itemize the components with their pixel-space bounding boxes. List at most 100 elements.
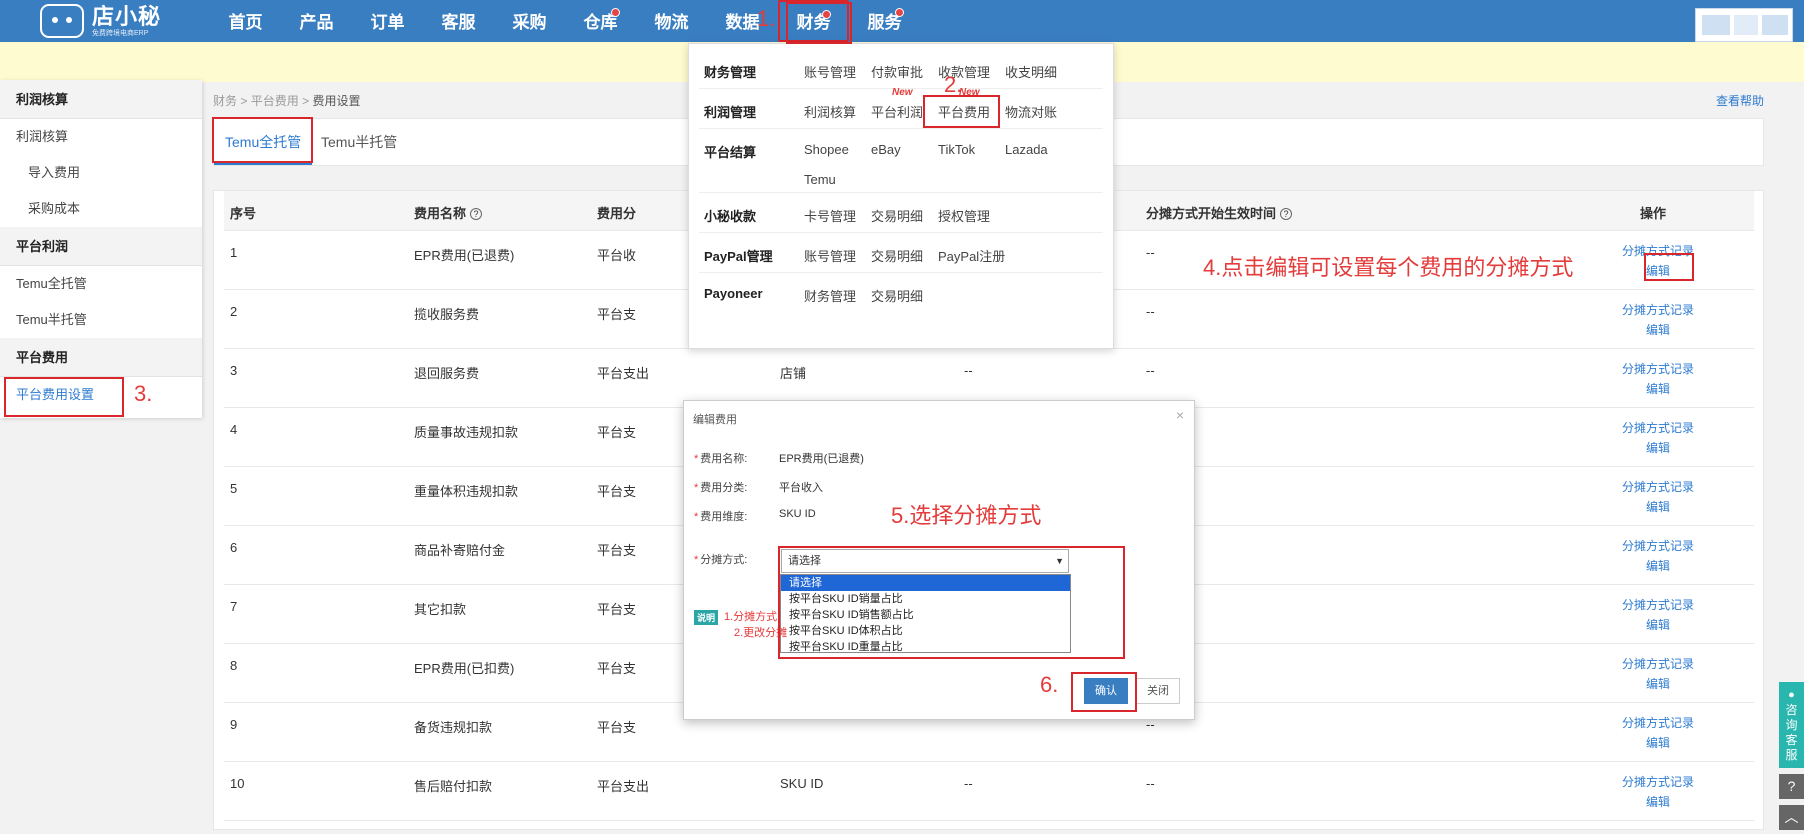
allocation-method-select[interactable]: 请选择 ▼ [781, 549, 1069, 573]
cell-dimension: SKU ID [780, 776, 824, 791]
tab-temu-semi[interactable]: Temu半托管 [310, 119, 408, 165]
dropdown-link[interactable]: eBay [871, 142, 901, 157]
dropdown-link[interactable]: 收支明细 [1005, 62, 1057, 81]
dropdown-link[interactable]: 利润核算 [804, 102, 856, 121]
breadcrumb-finance[interactable]: 财务 [213, 94, 237, 108]
dropdown-link[interactable]: 财务管理 [804, 286, 856, 305]
breadcrumb-platform-fee[interactable]: 平台费用 [251, 94, 299, 108]
edit-link[interactable]: 编辑 [1620, 792, 1696, 812]
sidebar-item[interactable]: 导入费用 [0, 155, 202, 191]
tab-temu-full[interactable]: Temu全托管 [214, 119, 313, 165]
nav-item-1[interactable]: 产品 [281, 0, 352, 42]
allocation-log-link[interactable]: 分摊方式记录 [1620, 713, 1696, 733]
nav-label: 采购 [512, 13, 547, 32]
nav-label: 物流 [654, 13, 689, 32]
nav-item-6[interactable]: 物流 [636, 0, 707, 42]
sidebar-section-title: 利润核算 [0, 80, 202, 119]
app-logo[interactable]: 店小秘 免费跨境电商ERP [40, 0, 161, 42]
dropdown-link[interactable]: 物流对账 [1005, 102, 1057, 121]
nav-item-0[interactable]: 首页 [210, 0, 281, 42]
cell-method: -- [964, 776, 973, 791]
cell-index: 4 [230, 422, 238, 437]
allocation-option[interactable]: 按平台SKU ID销量占比 [781, 591, 1070, 607]
dropdown-link[interactable]: 授权管理 [938, 206, 990, 225]
nav-item-8[interactable]: 财务 [778, 0, 849, 42]
nav-item-2[interactable]: 订单 [352, 0, 423, 42]
fee-category-value: 平台收入 [779, 482, 823, 494]
edit-link[interactable]: 编辑 [1620, 261, 1696, 281]
sidebar-item[interactable]: Temu半托管 [0, 302, 202, 338]
dropdown-link[interactable]: Temu [804, 172, 836, 187]
allocation-option[interactable]: 按平台SKU ID体积占比 [781, 623, 1070, 639]
consult-service-button[interactable]: ● 咨询客服 [1779, 682, 1804, 768]
dropdown-link[interactable]: 账号管理 [804, 62, 856, 81]
note-badge: 说明 [694, 610, 719, 625]
edit-fee-modal: 编辑费用 × * 费用名称: EPR费用(已退费) * 费用分类: 平台收入 * 费用… [683, 400, 1195, 720]
new-badge: New [892, 87, 913, 98]
cell-effective: -- [1146, 363, 1155, 378]
help-circle-icon[interactable]: ? [470, 208, 483, 220]
fee-category-label: * 费用分类: [694, 482, 748, 494]
cell-category: 平台支 [597, 602, 637, 617]
allocation-log-link[interactable]: 分摊方式记录 [1620, 359, 1696, 379]
allocation-log-link[interactable]: 分摊方式记录 [1620, 595, 1696, 615]
nav-item-3[interactable]: 客服 [423, 0, 494, 42]
allocation-log-link[interactable]: 分摊方式记录 [1620, 536, 1696, 556]
sidebar-item[interactable]: 采购成本 [0, 191, 202, 227]
nav-item-4[interactable]: 采购 [494, 0, 565, 42]
edit-link[interactable]: 编辑 [1620, 379, 1696, 399]
cell-name: 商品补寄赔付金 [414, 543, 506, 558]
user-account-box[interactable] [1695, 8, 1793, 42]
help-link[interactable]: 查看帮助 [1716, 92, 1764, 109]
cell-name: 重量体积违规扣款 [414, 484, 519, 499]
help-icon[interactable]: ? [1779, 774, 1804, 799]
nav-item-5[interactable]: 仓库 [565, 0, 636, 42]
allocation-log-link[interactable]: 分摊方式记录 [1620, 300, 1696, 320]
allocation-log-link[interactable]: 分摊方式记录 [1620, 654, 1696, 674]
dropdown-link[interactable]: Lazada [1005, 142, 1048, 157]
dropdown-link[interactable]: 付款审批 [871, 62, 923, 81]
dropdown-row: Payoneer 财务管理 交易明细 [699, 273, 1103, 315]
confirm-button[interactable]: 确认 [1084, 678, 1128, 704]
sidebar-item[interactable]: 平台费用设置 [0, 377, 202, 413]
edit-link[interactable]: 编辑 [1620, 556, 1696, 576]
allocation-option[interactable]: 按平台SKU ID重量占比 [781, 639, 1070, 655]
edit-link[interactable]: 编辑 [1620, 320, 1696, 340]
allocation-log-link[interactable]: 分摊方式记录 [1620, 241, 1696, 261]
edit-link[interactable]: 编辑 [1620, 438, 1696, 458]
cell-category: 平台支 [597, 307, 637, 322]
allocation-option[interactable]: 请选择 [781, 575, 1070, 591]
edit-link[interactable]: 编辑 [1620, 674, 1696, 694]
column-header-name: 费用名称? [414, 203, 483, 222]
dropdown-link[interactable]: Shopee [804, 142, 849, 157]
edit-link[interactable]: 编辑 [1620, 733, 1696, 753]
dropdown-link[interactable]: 交易明细 [871, 246, 923, 265]
dropdown-link[interactable]: 账号管理 [804, 246, 856, 265]
sidebar-item[interactable]: 利润核算 [0, 119, 202, 155]
edit-link[interactable]: 编辑 [1620, 615, 1696, 635]
close-button[interactable]: 关闭 [1136, 678, 1180, 704]
top-nav-bar: 店小秘 免费跨境电商ERP 首页 产品 订单 客服 采购 仓库 物流 数据 财务 服务 [0, 0, 1804, 42]
allocation-log-link[interactable]: 分摊方式记录 [1620, 772, 1696, 792]
allocation-log-link[interactable]: 分摊方式记录 [1620, 418, 1696, 438]
dropdown-link[interactable]: 平台费用 [938, 102, 990, 121]
sidebar-item[interactable]: Temu全托管 [0, 266, 202, 302]
dropdown-link[interactable]: TikTok [938, 142, 975, 157]
edit-link[interactable]: 编辑 [1620, 497, 1696, 517]
cell-name: 揽收服务费 [414, 307, 480, 322]
allocation-options-list: 请选择 按平台SKU ID销量占比 按平台SKU ID销售额占比 按平台SKU ID体… [780, 574, 1071, 653]
dropdown-link[interactable]: 交易明细 [871, 206, 923, 225]
help-circle-icon[interactable]: ? [1280, 208, 1293, 220]
dropdown-category: PayPal管理 [704, 249, 773, 264]
dropdown-link[interactable]: PayPal注册 [938, 246, 1005, 265]
allocation-option[interactable]: 按平台SKU ID销售额占比 [781, 607, 1070, 623]
dropdown-row: 小秘收款 卡号管理 交易明细 授权管理 [699, 193, 1103, 233]
dropdown-row: 财务管理 账号管理 付款审批 收款管理 收支明细 [699, 44, 1103, 89]
nav-item-9[interactable]: 服务 [849, 0, 920, 42]
close-icon[interactable]: × [1176, 407, 1184, 423]
back-to-top-icon[interactable]: ︿ [1779, 805, 1804, 830]
dropdown-link[interactable]: 交易明细 [871, 286, 923, 305]
dropdown-link[interactable]: 卡号管理 [804, 206, 856, 225]
dropdown-link[interactable]: 平台利润 [871, 102, 923, 121]
allocation-log-link[interactable]: 分摊方式记录 [1620, 477, 1696, 497]
